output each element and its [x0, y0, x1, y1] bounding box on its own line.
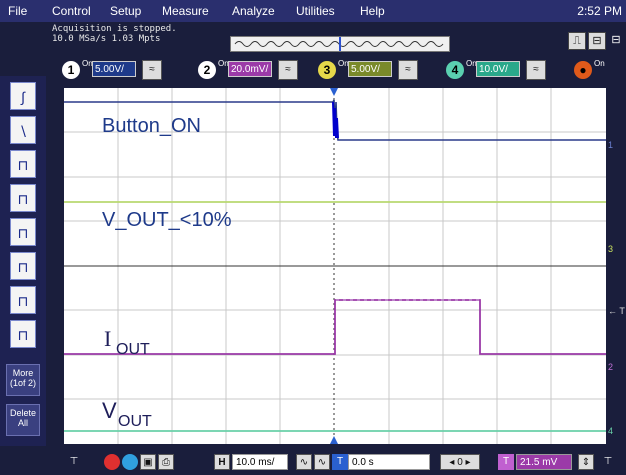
- overview-waveform-icon: [234, 37, 444, 51]
- delay-label: T: [332, 454, 348, 470]
- timebase-adjust-icon[interactable]: ∿: [296, 454, 312, 470]
- label-i-out-main: I: [104, 326, 111, 351]
- trace-markers: 1 3 ← T 2 4: [606, 88, 626, 444]
- glitch-trigger-icon[interactable]: ⊓: [10, 184, 36, 212]
- trigger-panel: ∫ ∖ ⊓ ⊓ ⊓ ⊓ ⊓ ⊓ More (1of 2) Delete All: [0, 76, 46, 475]
- marker-ch1[interactable]: 1: [608, 140, 613, 150]
- label-v-out-main: V: [102, 398, 117, 423]
- acquisition-status: Acquisition is stopped. 10.0 MSa/s 1.03 …: [52, 24, 177, 44]
- trigger-bottom-marker-icon: [330, 436, 338, 444]
- math-icon[interactable]: ●: [574, 61, 592, 79]
- menu-setup[interactable]: Setup: [110, 4, 141, 18]
- collapse-icon[interactable]: ⊤: [600, 454, 616, 470]
- center-axes: [64, 88, 606, 444]
- channel-bar: 1 On 5.00V/ ≈ 2 On 20.0mV/ ≈ 3 On 5.00V/…: [62, 56, 626, 86]
- channel-3-scale[interactable]: 5.00V/: [348, 61, 392, 77]
- channel-4-scale[interactable]: 10.0V/: [476, 61, 520, 77]
- math-on: On: [594, 59, 605, 68]
- label-v-out-pct: V_OUT_<10%: [102, 209, 232, 231]
- menu-help[interactable]: Help: [360, 4, 385, 18]
- waveform-graticule: Button_ON V_OUT_<10% I OUT V OUT: [64, 88, 606, 444]
- horizontal-label: H: [214, 454, 230, 470]
- timebase-wave-icon[interactable]: ∿: [314, 454, 330, 470]
- single-icon[interactable]: ⊟: [588, 32, 606, 50]
- lock-icon[interactable]: ⊟: [608, 32, 624, 48]
- run-stop-icon[interactable]: ⎍: [568, 32, 586, 50]
- channel-3-number[interactable]: 3: [318, 61, 336, 79]
- menu-file[interactable]: File: [8, 4, 27, 18]
- trigger-level-field[interactable]: 21.5 mV: [516, 454, 572, 470]
- color-icon[interactable]: [122, 454, 138, 470]
- menu-analyze[interactable]: Analyze: [232, 4, 275, 18]
- channel-3-adjust-icon[interactable]: ≈: [398, 60, 418, 80]
- label-button-on: Button_ON: [102, 115, 201, 137]
- setup-hold-trigger-icon[interactable]: ⊓: [10, 286, 36, 314]
- channel-2-number[interactable]: 2: [198, 61, 216, 79]
- marker-ch2[interactable]: 2: [608, 362, 613, 372]
- print-icon[interactable]: ⎙: [158, 454, 174, 470]
- delay-arrows-icon[interactable]: ◂ 0 ▸: [440, 454, 480, 470]
- runt-trigger-icon[interactable]: ⊓: [10, 252, 36, 280]
- more-button[interactable]: More (1of 2): [6, 364, 40, 396]
- timebase-field[interactable]: 10.0 ms/: [232, 454, 288, 470]
- pulse-trigger-icon[interactable]: ⊓: [10, 150, 36, 178]
- channel-2-scale[interactable]: 20.0mV/: [228, 61, 272, 77]
- channel-2-adjust-icon[interactable]: ≈: [278, 60, 298, 80]
- channel-1-number[interactable]: 1: [62, 61, 80, 79]
- record-icon[interactable]: [104, 454, 120, 470]
- window-trigger-icon[interactable]: ⊓: [10, 320, 36, 348]
- marker-trigger-level[interactable]: ← T: [608, 306, 625, 316]
- clock: 2:52 PM: [577, 4, 622, 18]
- label-i-out-sub: OUT: [116, 341, 150, 358]
- delay-field[interactable]: 0.0 s: [348, 454, 430, 470]
- menu-control[interactable]: Control: [52, 4, 91, 18]
- status-line-1: Acquisition is stopped.: [52, 24, 177, 34]
- label-v-out-sub: OUT: [118, 413, 152, 430]
- expand-icon[interactable]: ⊤: [66, 454, 82, 470]
- channel-1-scale[interactable]: 5.00V/: [92, 61, 136, 77]
- marker-ch3[interactable]: 3: [608, 244, 613, 254]
- trigger-level-stepper-icon[interactable]: ⇕: [578, 454, 594, 470]
- channel-1-adjust-icon[interactable]: ≈: [142, 60, 162, 80]
- channel-4-number[interactable]: 4: [446, 61, 464, 79]
- rising-edge-trigger-icon[interactable]: ∫: [10, 82, 36, 110]
- bottom-bar: ⊤ ▣ ⎙ H 10.0 ms/ ∿ ∿ T 0.0 s ◂ 0 ▸ T 21.…: [0, 446, 626, 475]
- trigger-level-label: T: [498, 454, 514, 470]
- delete-all-button[interactable]: Delete All: [6, 404, 40, 436]
- save-icon[interactable]: ▣: [140, 454, 156, 470]
- waveform-display[interactable]: Button_ON V_OUT_<10% I OUT V OUT: [64, 88, 606, 444]
- menu-utilities[interactable]: Utilities: [296, 4, 335, 18]
- falling-edge-trigger-icon[interactable]: ∖: [10, 116, 36, 144]
- menu-bar: File Control Setup Measure Analyze Utili…: [0, 0, 626, 22]
- status-line-2: 10.0 MSa/s 1.03 Mpts: [52, 34, 161, 44]
- trigger-top-marker-icon: [330, 88, 338, 96]
- menu-measure[interactable]: Measure: [162, 4, 209, 18]
- channel-4-adjust-icon[interactable]: ≈: [526, 60, 546, 80]
- waveform-overview[interactable]: [230, 36, 450, 52]
- pattern-trigger-icon[interactable]: ⊓: [10, 218, 36, 246]
- marker-ch4[interactable]: 4: [608, 426, 613, 436]
